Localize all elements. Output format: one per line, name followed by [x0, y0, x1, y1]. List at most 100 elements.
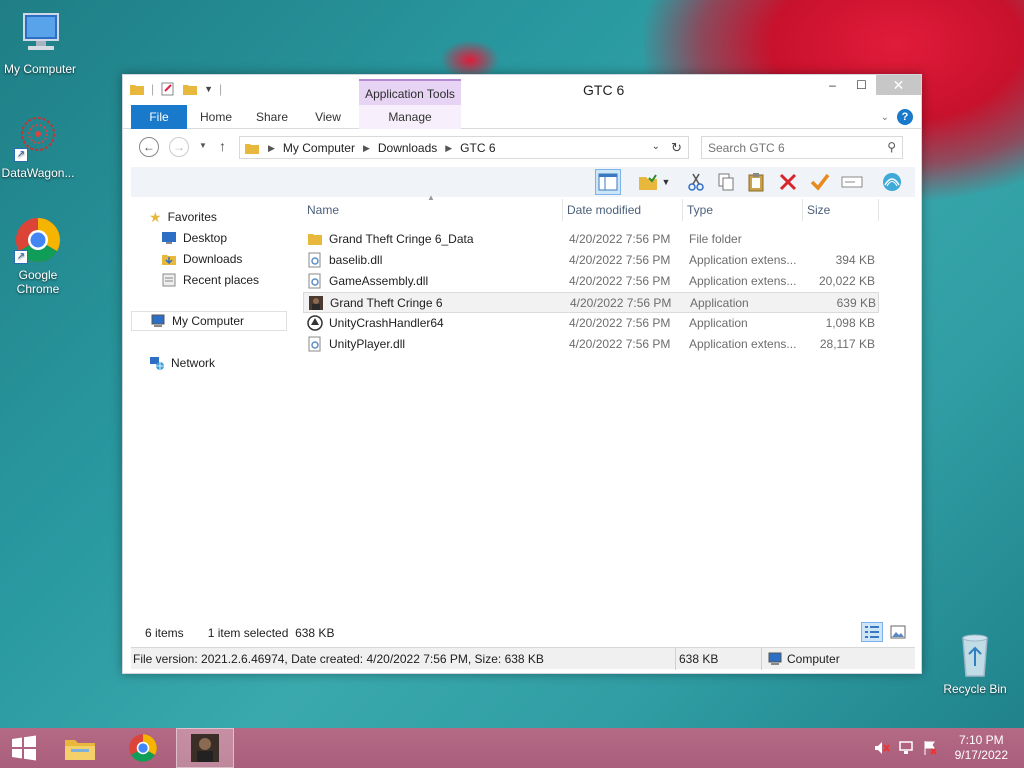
shell-button[interactable]: [879, 169, 905, 195]
nav-desktop[interactable]: Desktop: [161, 228, 227, 248]
paste-button[interactable]: [743, 169, 769, 195]
cut-button[interactable]: [683, 169, 709, 195]
column-header-date[interactable]: Date modified: [563, 199, 683, 221]
folder-icon: [245, 144, 259, 154]
new-folder-icon[interactable]: [182, 81, 198, 97]
breadcrumb-separator-icon[interactable]: ▶: [363, 143, 370, 154]
file-size: 20,022 KB: [818, 274, 875, 288]
table-row[interactable]: GameAssembly.dll 4/20/2022 7:56 PM Appli…: [303, 271, 879, 292]
file-type: Application extens...: [689, 274, 797, 288]
start-button[interactable]: [0, 728, 48, 768]
nav-label: Downloads: [183, 252, 243, 266]
folder-options-button[interactable]: [635, 169, 661, 195]
breadcrumb-gtc6[interactable]: GTC 6: [460, 141, 495, 155]
large-icons-view-button[interactable]: [887, 622, 909, 642]
folder-options-dropdown-icon[interactable]: ▼: [659, 169, 673, 195]
chrome-icon: ↗: [14, 216, 62, 264]
breadcrumb-downloads[interactable]: Downloads: [378, 141, 437, 155]
explorer-window: | ▼ | Application Tools GTC 6 – ☐ ✕ File…: [122, 74, 922, 674]
file-size: 28,117 KB: [819, 337, 875, 351]
location-label: Computer: [787, 652, 840, 666]
file-type: Application: [690, 296, 749, 310]
table-row[interactable]: UnityPlayer.dll 4/20/2022 7:56 PM Applic…: [303, 334, 879, 355]
file-name-cell: baselib.dll: [307, 252, 563, 268]
file-type: Application extens...: [689, 253, 797, 267]
chrome-icon: [129, 734, 157, 762]
file-name: Grand Theft Cringe 6_Data: [329, 232, 474, 246]
breadcrumb: ▶ My Computer ▶ Downloads ▶ GTC 6: [244, 140, 496, 156]
help-icon[interactable]: ?: [897, 109, 913, 125]
selection-info: 1 item selected 638 KB: [208, 626, 335, 640]
tab-home[interactable]: Home: [191, 105, 241, 129]
tab-view[interactable]: View: [303, 105, 353, 129]
divider: [675, 648, 676, 670]
nav-my-computer[interactable]: My Computer: [131, 311, 287, 331]
taskbar-chrome[interactable]: [114, 728, 172, 768]
column-header-name[interactable]: Name: [303, 199, 563, 221]
search-icon[interactable]: ⚲: [887, 140, 896, 154]
recent-locations-dropdown-icon[interactable]: ▼: [199, 141, 207, 150]
file-name: baselib.dll: [329, 253, 383, 267]
customize-dropdown-icon[interactable]: ▼: [204, 84, 213, 94]
preview-pane-button[interactable]: [595, 169, 621, 195]
nav-label: Desktop: [183, 231, 228, 245]
search-box[interactable]: ⚲: [701, 136, 903, 159]
details-view-button[interactable]: [861, 622, 883, 642]
volume-muted-icon[interactable]: [874, 740, 890, 756]
folder-icon: [308, 234, 322, 245]
back-button[interactable]: ←: [139, 137, 159, 157]
table-row-selected[interactable]: Grand Theft Cringe 6 4/20/2022 7:56 PM A…: [303, 292, 879, 313]
nav-recent-places[interactable]: Recent places: [161, 270, 259, 290]
taskbar-game-app[interactable]: [176, 728, 234, 768]
file-name: GameAssembly.dll: [329, 274, 429, 288]
downloads-folder-icon: [162, 255, 176, 265]
expand-ribbon-icon[interactable]: ⌄: [881, 112, 889, 123]
tab-share[interactable]: Share: [247, 105, 297, 129]
nav-favorites[interactable]: ★ Favorites: [149, 207, 217, 227]
desktop-icon-datawagon[interactable]: ↗ DataWagon...: [0, 114, 78, 180]
command-toolbar: ▼: [131, 167, 915, 197]
network-status-icon[interactable]: [898, 740, 914, 756]
column-header-size[interactable]: Size: [803, 199, 879, 221]
file-type: File folder: [689, 232, 742, 246]
rename-icon: [841, 176, 863, 188]
file-list: ▲ Name Date modified Type Size Grand The…: [303, 193, 915, 619]
taskbar-file-explorer[interactable]: [52, 728, 108, 768]
address-dropdown-icon[interactable]: ⌄: [652, 141, 660, 152]
maximize-button[interactable]: ☐: [847, 75, 876, 95]
breadcrumb-separator-icon[interactable]: ▶: [268, 143, 275, 154]
nav-network[interactable]: Network: [149, 353, 215, 373]
up-button[interactable]: ↑: [219, 138, 226, 154]
desktop-icon-recycle-bin[interactable]: Recycle Bin: [935, 630, 1015, 696]
file-name: Grand Theft Cringe 6: [330, 296, 443, 310]
address-bar[interactable]: ▶ My Computer ▶ Downloads ▶ GTC 6 ⌄ ↻: [239, 136, 689, 159]
copy-button[interactable]: [713, 169, 739, 195]
folder-icon[interactable]: [129, 81, 145, 97]
tab-manage[interactable]: Manage: [359, 105, 461, 129]
refresh-icon[interactable]: ↻: [671, 140, 682, 156]
breadcrumb-my-computer[interactable]: My Computer: [283, 141, 355, 155]
desktop-icon-my-computer[interactable]: My Computer: [0, 10, 80, 76]
game-app-icon: [191, 734, 219, 762]
forward-button[interactable]: →: [169, 137, 189, 157]
table-row[interactable]: baselib.dll 4/20/2022 7:56 PM Applicatio…: [303, 250, 879, 271]
properties-icon[interactable]: [160, 81, 176, 97]
check-button[interactable]: [807, 169, 833, 195]
tab-file[interactable]: File: [131, 105, 187, 129]
rename-button[interactable]: [839, 169, 865, 195]
delete-button[interactable]: [775, 169, 801, 195]
table-row[interactable]: UnityCrashHandler64 4/20/2022 7:56 PM Ap…: [303, 313, 879, 334]
minimize-button[interactable]: –: [818, 75, 847, 95]
close-button[interactable]: ✕: [876, 75, 921, 95]
desktop-icon-chrome[interactable]: ↗ Google Chrome: [0, 216, 78, 296]
taskbar-clock[interactable]: 7:10 PM 9/17/2022: [955, 733, 1008, 763]
file-name-cell: GameAssembly.dll: [307, 273, 563, 289]
search-input[interactable]: [708, 138, 878, 158]
action-center-flag-icon[interactable]: [922, 740, 938, 756]
table-row[interactable]: Grand Theft Cringe 6_Data 4/20/2022 7:56…: [303, 229, 879, 250]
column-header-type[interactable]: Type: [683, 199, 803, 221]
file-date: 4/20/2022 7:56 PM: [569, 337, 671, 351]
status-bar: 6 items 1 item selected 638 KB: [145, 626, 334, 640]
nav-downloads[interactable]: Downloads: [161, 249, 242, 269]
breadcrumb-separator-icon[interactable]: ▶: [445, 143, 452, 154]
